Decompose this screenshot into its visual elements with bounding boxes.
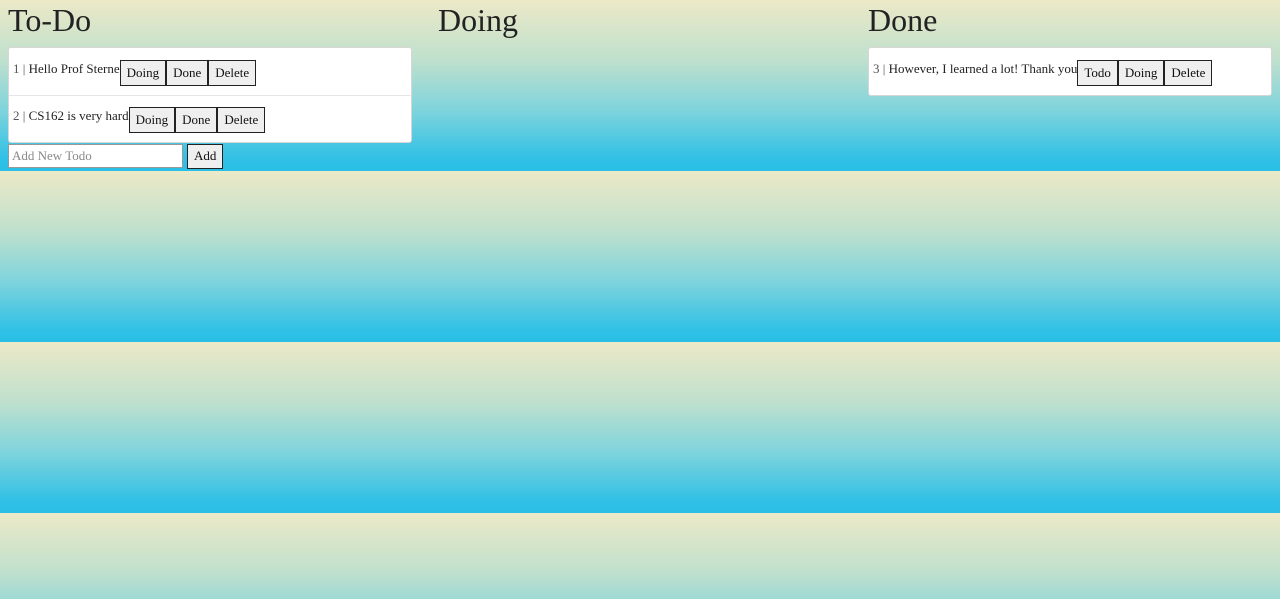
todo-column-title: To-Do bbox=[8, 2, 92, 38]
done-card-list: 3 | However, I learned a lot! Thank you … bbox=[868, 47, 1272, 96]
card-text: 3 | However, I learned a lot! Thank you bbox=[873, 61, 1077, 77]
done-column: Done 3 | However, I learned a lot! Thank… bbox=[868, 0, 1272, 96]
delete-button[interactable]: Delete bbox=[208, 59, 257, 86]
todo-column: To-Do 1 | Hello Prof Sterne Doing Done D… bbox=[8, 0, 412, 169]
card-separator: | bbox=[19, 60, 29, 76]
card-label: Hello Prof Sterne bbox=[28, 60, 120, 76]
card-separator: | bbox=[879, 60, 889, 76]
delete-button[interactable]: Delete bbox=[217, 107, 266, 133]
todo-card-1: 1 | Hello Prof Sterne Doing Done Delete bbox=[9, 48, 411, 95]
doing-column-title: Doing bbox=[438, 2, 518, 38]
doing-column: Doing bbox=[438, 0, 842, 40]
delete-button[interactable]: Delete bbox=[1164, 59, 1213, 86]
card-separator: | bbox=[19, 108, 29, 123]
card-text: 1 | Hello Prof Sterne bbox=[13, 61, 120, 77]
add-todo-row: Add bbox=[8, 143, 412, 169]
card-actions: Todo Doing Delete bbox=[1077, 59, 1213, 86]
done-column-title: Done bbox=[868, 2, 938, 38]
card-label: CS162 is very hard bbox=[28, 108, 129, 123]
move-to-doing-button[interactable]: Doing bbox=[1117, 59, 1165, 86]
card-actions: Doing Done Delete bbox=[128, 107, 266, 133]
move-to-doing-button[interactable]: Doing bbox=[128, 107, 176, 133]
todo-card-list: 1 | Hello Prof Sterne Doing Done Delete … bbox=[8, 47, 412, 143]
move-to-done-button[interactable]: Done bbox=[175, 107, 218, 133]
move-to-doing-button[interactable]: Doing bbox=[119, 59, 167, 86]
add-todo-input[interactable] bbox=[8, 144, 183, 168]
done-card-3: 3 | However, I learned a lot! Thank you … bbox=[869, 48, 1271, 95]
move-to-todo-button[interactable]: Todo bbox=[1077, 59, 1118, 86]
card-actions: Doing Done Delete bbox=[119, 59, 257, 86]
todo-card-2: 2 | CS162 is very hard Doing Done Delete bbox=[9, 95, 411, 142]
card-text: 2 | CS162 is very hard bbox=[13, 108, 129, 124]
move-to-done-button[interactable]: Done bbox=[166, 59, 209, 86]
add-todo-button[interactable]: Add bbox=[187, 143, 224, 169]
card-label: However, I learned a lot! Thank you bbox=[888, 60, 1078, 76]
